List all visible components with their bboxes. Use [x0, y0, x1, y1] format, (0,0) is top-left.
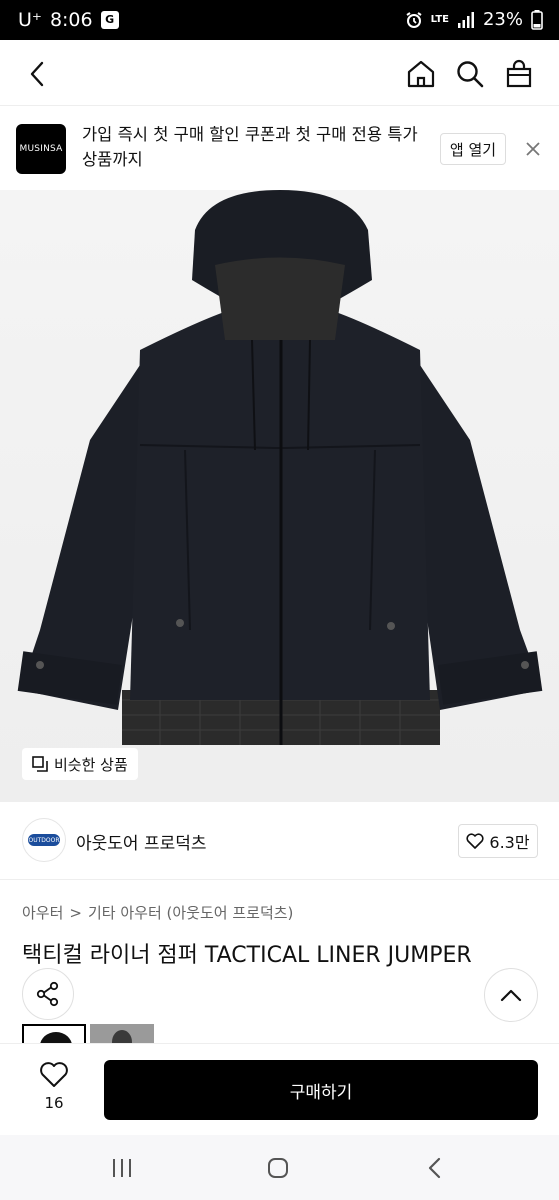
thumbnail-2[interactable] [90, 1024, 154, 1044]
heart-icon [466, 833, 484, 849]
product-image[interactable] [0, 190, 559, 802]
back-nav-icon [428, 1157, 441, 1179]
thumbnail-jacket-image [40, 1032, 72, 1044]
clock: 8:06 [49, 9, 93, 31]
jacket-image [17, 190, 543, 745]
buy-button[interactable]: 구매하기 [104, 1060, 538, 1120]
share-button[interactable] [22, 968, 74, 1020]
recent-apps-icon [113, 1159, 131, 1177]
status-bar: U⁺ 8:06 G LTE 23% [0, 0, 559, 40]
breadcrumb-separator: > [69, 903, 82, 922]
breadcrumb: 아우터 > 기타 아우터 (아웃도어 프로덕츠) [22, 902, 293, 923]
app-install-banner: MUSINSA 가입 즉시 첫 구매 할인 쿠폰과 첫 구매 전용 특가 상품까… [0, 106, 559, 190]
product-title: 택티컬 라이너 점퍼 TACTICAL LINER JUMPER [22, 943, 472, 968]
top-navigation [0, 40, 559, 106]
thumbnail-model-image [90, 1024, 154, 1044]
home-icon [407, 60, 435, 88]
brand-logo[interactable]: OUTDOOR [22, 818, 66, 862]
battery-icon [531, 9, 543, 30]
banner-message: 가입 즉시 첫 구매 할인 쿠폰과 첫 구매 전용 특가 상품까지 [82, 125, 418, 169]
thumbnail-1[interactable] [22, 1024, 86, 1044]
wishlist-button[interactable]: 16 [22, 1060, 86, 1112]
carrier: U⁺ [18, 9, 42, 31]
open-app-button[interactable]: 앱 열기 [440, 133, 506, 165]
breadcrumb-category[interactable]: 아우터 [22, 902, 63, 923]
wishlist-count: 16 [44, 1094, 64, 1112]
copy-icon [32, 756, 48, 772]
alarm-icon [406, 11, 422, 28]
back-button[interactable] [18, 54, 58, 94]
similar-products-label: 비슷한 상품 [54, 755, 128, 774]
search-icon [457, 61, 484, 88]
home-button[interactable] [401, 54, 441, 94]
search-button[interactable] [450, 54, 490, 94]
share-icon [36, 981, 59, 1007]
bottom-action-bar: 16 구매하기 [0, 1043, 559, 1135]
brand-name[interactable]: 아웃도어 프로덕츠 [76, 829, 207, 854]
battery-percent: 23% [482, 9, 523, 30]
home-nav-icon [268, 1158, 288, 1178]
g-badge-icon: G [100, 11, 119, 29]
network-type: LTE [430, 13, 449, 25]
bag-icon [506, 59, 532, 88]
chevron-left-icon [30, 61, 44, 87]
heart-icon [40, 1062, 68, 1087]
similar-products-button[interactable]: 비슷한 상품 [22, 748, 138, 780]
chevron-up-icon [500, 989, 522, 1002]
brand-logo-text: OUTDOOR [28, 834, 60, 846]
scroll-top-button[interactable] [484, 968, 538, 1022]
cart-button[interactable] [499, 54, 539, 94]
brand-like-button[interactable]: 6.3만 [458, 824, 538, 858]
signal-icon [457, 11, 474, 28]
brand-like-count: 6.3만 [489, 833, 530, 852]
recent-apps-button[interactable] [102, 1153, 142, 1183]
close-banner-button[interactable] [520, 136, 546, 162]
system-navigation-bar [0, 1135, 559, 1200]
close-icon [526, 142, 540, 156]
brand-row: OUTDOOR 아웃도어 프로덕츠 6.3만 [0, 802, 559, 880]
home-nav-button[interactable] [258, 1153, 298, 1183]
breadcrumb-subcategory[interactable]: 기타 아우터 (아웃도어 프로덕츠) [88, 902, 293, 923]
musinsa-logo: MUSINSA [16, 124, 66, 174]
back-nav-button[interactable] [414, 1153, 454, 1183]
